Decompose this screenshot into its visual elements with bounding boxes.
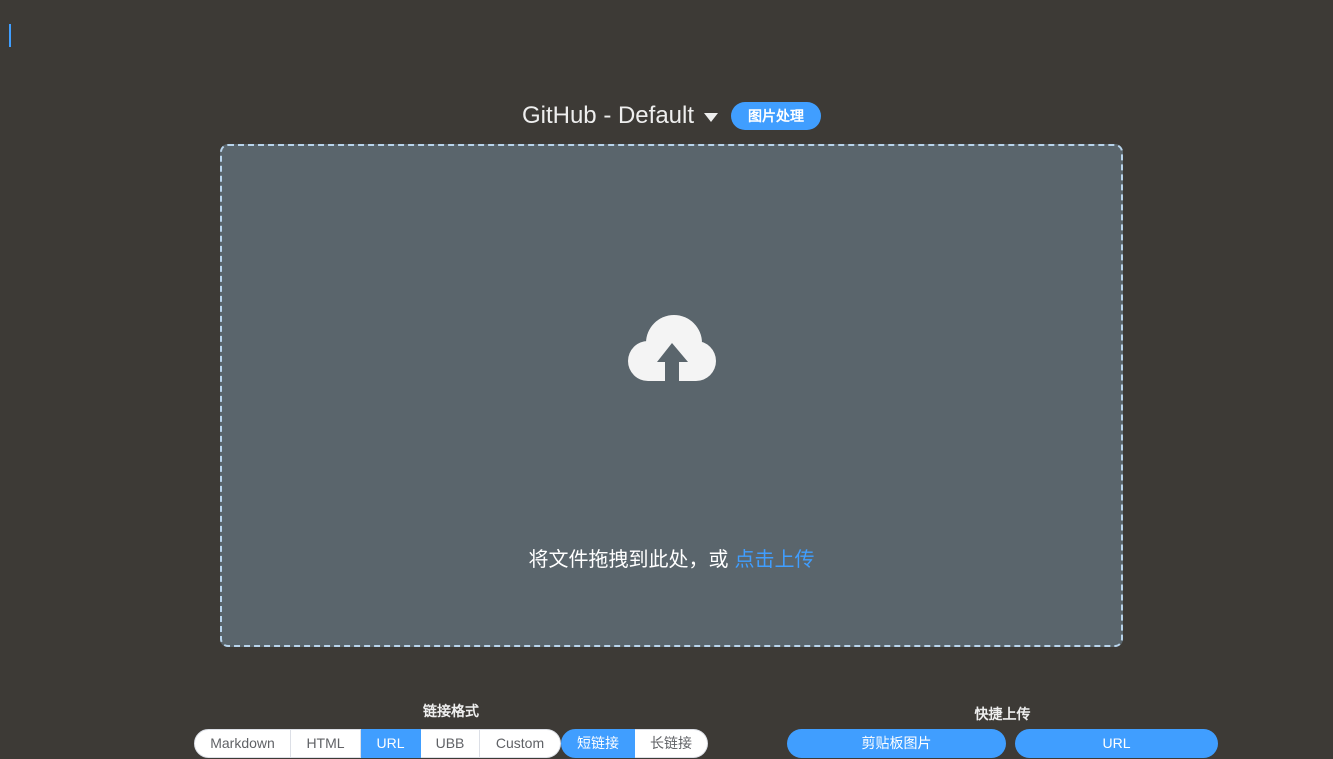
link-format-option-custom[interactable]: Custom <box>480 729 561 758</box>
link-format-group: Markdown HTML URL UBB Custom <box>194 729 561 758</box>
click-upload-link[interactable]: 点击上传 <box>735 549 815 571</box>
link-format-option-url[interactable]: URL <box>361 729 421 758</box>
link-format-option-ubb[interactable]: UBB <box>421 729 480 758</box>
upload-hint: 将文件拖拽到此处，或 点击上传 <box>222 548 1121 572</box>
long-link-option[interactable]: 长链接 <box>635 729 708 758</box>
focus-indicator <box>9 24 11 47</box>
link-format-label: 链接格式 <box>423 703 479 719</box>
picbed-name[interactable]: GitHub - Default <box>522 102 694 130</box>
link-length-group: 短链接 长链接 <box>561 729 708 758</box>
quick-upload-label: 快捷上传 <box>974 706 1031 722</box>
url-upload-button[interactable]: URL <box>1015 729 1218 758</box>
cloud-upload-icon <box>628 315 716 381</box>
upload-header: GitHub - Default 图片处理 <box>220 102 1123 130</box>
link-format-controls: Markdown HTML URL UBB Custom 短链接 长链接 <box>194 729 708 758</box>
link-format-option-html[interactable]: HTML <box>291 729 361 758</box>
caret-down-icon[interactable] <box>704 112 719 122</box>
clipboard-image-button[interactable]: 剪贴板图片 <box>787 729 1006 758</box>
link-format-option-markdown[interactable]: Markdown <box>194 729 291 758</box>
upload-dropzone[interactable]: 将文件拖拽到此处，或 点击上传 <box>220 144 1123 647</box>
image-process-button[interactable]: 图片处理 <box>731 102 822 130</box>
short-link-option[interactable]: 短链接 <box>561 729 635 758</box>
upload-hint-text: 将文件拖拽到此处，或 <box>528 549 729 571</box>
picbed-selector[interactable]: GitHub - Default <box>522 102 719 130</box>
